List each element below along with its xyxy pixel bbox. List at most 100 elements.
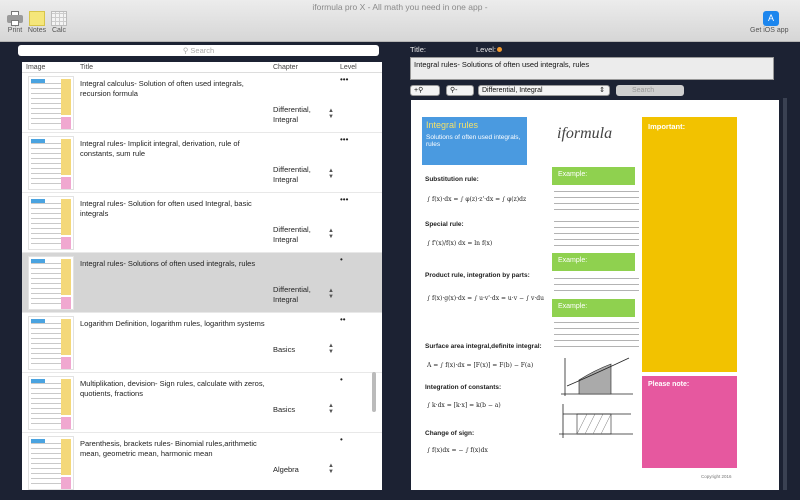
example-formulas <box>554 320 639 352</box>
chapter-select[interactable]: Differential, Integral ⇕ <box>478 85 610 96</box>
get-ios-app-button[interactable]: A Get iOS app <box>750 11 789 34</box>
chapter-stepper-icon[interactable]: ▲ ▼ <box>328 403 334 415</box>
section-substitution: Substitution rule: <box>425 176 479 183</box>
list-scrollbar[interactable] <box>372 372 376 412</box>
example-bar: Example: <box>552 299 635 317</box>
title-field[interactable]: Integral rules- Solutions of often used … <box>410 57 774 80</box>
search-icon: ⚲ <box>182 46 189 55</box>
level-indicator <box>497 47 502 52</box>
copyright: Copyright 2016 <box>701 474 732 479</box>
row-title: Parenthesis, brackets rules- Binomial ru… <box>80 439 257 458</box>
row-thumbnail <box>28 196 74 250</box>
zoom-out-button[interactable]: ⚲- <box>446 85 474 96</box>
chevron-updown-icon: ⇕ <box>599 87 605 94</box>
important-box: Important: <box>642 117 737 372</box>
column-level[interactable]: Level <box>340 64 357 71</box>
table-row[interactable]: Logarithm Definition, logarithm rules, l… <box>22 313 382 373</box>
formula-substitution: ∫ f(x)·dx = ∫ φ(z)·z'·dx = ∫ φ(z)dz <box>427 196 527 203</box>
row-title: Integral rules- Solution for often used … <box>80 199 252 218</box>
row-level: ••• <box>340 135 349 144</box>
column-image[interactable]: Image <box>26 64 45 71</box>
calc-label: Calc <box>51 27 66 34</box>
section-constants: Integration of constants: <box>425 384 502 391</box>
document-subtitle: Solutions of often used integrals, rules <box>426 134 521 148</box>
printer-icon <box>7 11 23 26</box>
example-formulas <box>554 274 639 296</box>
chapter-stepper-icon[interactable]: ▲ ▼ <box>328 228 334 240</box>
app-store-icon: A <box>763 11 779 26</box>
calculator-icon <box>51 11 67 26</box>
zoom-out-label: - <box>455 87 458 94</box>
table-row[interactable]: Integral rules- Solution for often used … <box>22 193 382 253</box>
row-title: Integral rules- Solutions of often used … <box>80 259 256 268</box>
iformula-logo: iformula <box>557 125 613 142</box>
row-thumbnail <box>28 316 74 370</box>
formula-list: Image Title Chapter Level Integral calcu… <box>22 62 382 490</box>
chapter-stepper-icon[interactable]: ▲ ▼ <box>328 343 334 355</box>
example-bar: Example: <box>552 167 635 185</box>
chapter-select-value: Differential, Integral <box>482 87 543 94</box>
section-product: Product rule, integration by parts: <box>425 272 530 279</box>
formula-constants: ∫ k·dx = [k·x] = k(b − a) <box>427 402 501 409</box>
constant-graph <box>559 404 633 438</box>
level-label: Level: <box>476 45 497 54</box>
document-header: Integral rules Solutions of often used i… <box>422 117 527 165</box>
row-title: Multiplikation, devision- Sign rules, ca… <box>80 379 265 398</box>
row-level: • <box>340 435 343 444</box>
zoom-in-icon: ⚲ <box>418 87 424 94</box>
row-level: ••• <box>340 195 349 204</box>
section-special: Special rule: <box>425 221 464 228</box>
preview-search-placeholder: Search <box>632 87 655 94</box>
title-bar: iformula pro X - All math you need in on… <box>0 0 800 42</box>
row-level: ••• <box>340 75 349 84</box>
area-graph <box>561 357 633 396</box>
row-level: • <box>340 375 343 384</box>
formula-special: ∫ f'(x)/f(x) dx = ln f(x) <box>427 240 493 247</box>
preview-search-input[interactable]: Search <box>616 85 684 96</box>
formula-surface: A = ∫ f(x)·dx = [F(x)] = F(b) − F(a) <box>427 362 534 369</box>
search-input[interactable]: ⚲ Search <box>18 45 379 56</box>
table-row[interactable]: Parenthesis, brackets rules- Binomial ru… <box>22 433 382 490</box>
example-formulas <box>554 187 639 215</box>
row-thumbnail <box>28 256 74 310</box>
table-row[interactable]: Integral rules- Implicit integral, deriv… <box>22 133 382 193</box>
row-chapter: Differential, Integral <box>273 225 311 244</box>
row-thumbnail <box>28 76 74 130</box>
formula-sign: ∫ f(x)dx = − ∫ f(x)dx <box>427 447 488 454</box>
chapter-stepper-icon[interactable]: ▲ ▼ <box>328 288 334 300</box>
example-bar: Example: <box>552 253 635 271</box>
search-placeholder: Search <box>190 46 215 55</box>
chapter-stepper-icon[interactable]: ▲ ▼ <box>328 168 334 180</box>
list-header: Image Title Chapter Level <box>22 62 382 73</box>
row-chapter: Differential, Integral <box>273 285 311 304</box>
row-level: • <box>340 255 343 264</box>
row-chapter: Basics <box>273 345 296 354</box>
table-row[interactable]: Integral calculus- Solution of often use… <box>22 73 382 133</box>
row-title: Integral calculus- Solution of often use… <box>80 79 244 98</box>
chapter-stepper-icon[interactable]: ▲ ▼ <box>328 108 334 120</box>
calc-button[interactable]: Calc <box>46 11 72 34</box>
notes-icon <box>29 11 45 26</box>
row-thumbnail <box>28 136 74 190</box>
formula-product: ∫ f(x)·g(x)·dx = ∫ u·v'·dx = u·v − ∫ v·d… <box>427 295 544 302</box>
example-formulas <box>554 217 639 251</box>
chapter-stepper-icon[interactable]: ▲ ▼ <box>328 463 334 475</box>
formula-document: Integral rules Solutions of often used i… <box>411 100 779 490</box>
section-surface: Surface area integral,definite integral: <box>425 343 542 350</box>
zoom-in-button[interactable]: +⚲ <box>410 85 440 96</box>
row-level: •• <box>340 315 346 324</box>
row-chapter: Basics <box>273 405 296 414</box>
note-box: Please note: <box>642 376 737 468</box>
row-title: Integral rules- Implicit integral, deriv… <box>80 139 240 158</box>
row-title: Logarithm Definition, logarithm rules, l… <box>80 319 265 328</box>
column-chapter[interactable]: Chapter <box>273 64 298 71</box>
section-sign: Change of sign: <box>425 430 475 437</box>
row-chapter: Differential, Integral <box>273 105 311 124</box>
table-row[interactable]: Multiplikation, devision- Sign rules, ca… <box>22 373 382 433</box>
document-title: Integral rules <box>426 120 479 130</box>
table-row-selected[interactable]: Integral rules- Solutions of often used … <box>22 253 382 313</box>
title-label: Title: <box>410 45 426 54</box>
preview-scrollbar[interactable] <box>783 98 787 490</box>
column-title[interactable]: Title <box>80 64 93 71</box>
row-chapter: Algebra <box>273 465 299 474</box>
